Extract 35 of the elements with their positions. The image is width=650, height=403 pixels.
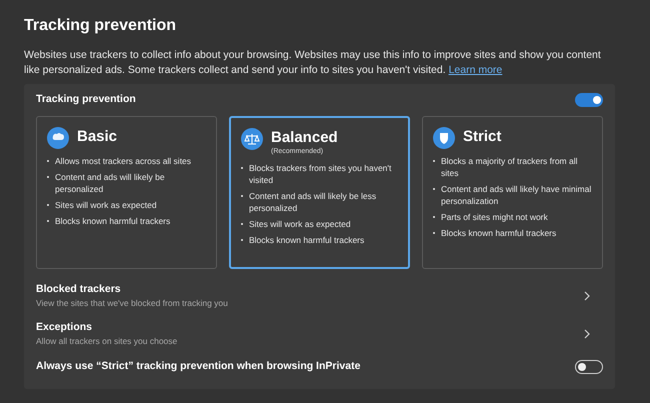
bullet-text: Content and ads will likely be less personalized <box>249 190 378 214</box>
section-label: Tracking prevention <box>36 92 136 107</box>
cloud-icon <box>47 126 69 149</box>
card-title: Strict <box>463 126 502 147</box>
row-title: Exceptions <box>36 320 94 334</box>
chevron-right-icon <box>583 290 591 301</box>
bullet-text: Blocks known harmful trackers <box>249 234 364 246</box>
card-title: Balanced <box>271 128 338 148</box>
row-subtitle: View the sites that we've blocked from tracking you <box>36 296 228 310</box>
settings-row[interactable]: Exceptions Allow all trackers on sites you choose <box>36 314 603 353</box>
scale-icon <box>241 128 263 150</box>
level-card[interactable]: Strict Blocks a majority of trackers from all sites Content and ads will likely have minimal personalization Parts of sites might not work Blocks known harmful trackers <box>422 116 603 269</box>
learn-more-link[interactable]: Learn more <box>448 64 502 76</box>
bullet-text: Content and ads will likely have minimal personalization <box>441 182 592 207</box>
bullet-text: Blocks a majority of trackers from all sites <box>441 154 579 179</box>
bullet-text: Blocks trackers from sites you haven't visited <box>249 162 392 186</box>
card-title: Basic <box>77 126 118 147</box>
bullet-text: Blocks known harmful trackers <box>441 226 556 239</box>
toggle-switch[interactable] <box>575 92 603 107</box>
chevron-right-icon <box>583 328 591 339</box>
bullet-text: Parts of sites might not work <box>441 210 548 223</box>
level-card[interactable]: Basic Allows most trackers across all sites Content and ads will likely be personalized Sites will work as expected Blocks known harmful trackers <box>36 116 217 269</box>
bullet-text: Sites will work as expected <box>55 198 157 211</box>
row-title: Always use “Strict” tracking prevention when browsing InPrivate <box>36 358 360 374</box>
bullet-text: Blocks known harmful trackers <box>55 214 170 227</box>
description-text: Websites use trackers to collect info about your browsing. Websites may use this info to improve sites and show you content like personalized ads. Some trackers collect and send your info to sites you haven't visited. Learn more <box>24 48 602 78</box>
bullet-text: Allows most trackers across all sites <box>55 154 192 167</box>
row-subtitle: Allow all trackers on sites you choose <box>36 334 178 348</box>
settings-row[interactable]: Blocked trackers View the sites that we've blocked from tracking you <box>36 276 603 315</box>
bullet-text: Sites will work as expected <box>249 218 351 230</box>
page-title: Tracking prevention <box>24 16 178 36</box>
toggle-switch[interactable] <box>575 360 603 374</box>
bullet-text: Content and ads will likely be personalized <box>55 170 166 195</box>
shield-icon <box>433 126 455 149</box>
row-title: Blocked trackers <box>36 282 122 296</box>
